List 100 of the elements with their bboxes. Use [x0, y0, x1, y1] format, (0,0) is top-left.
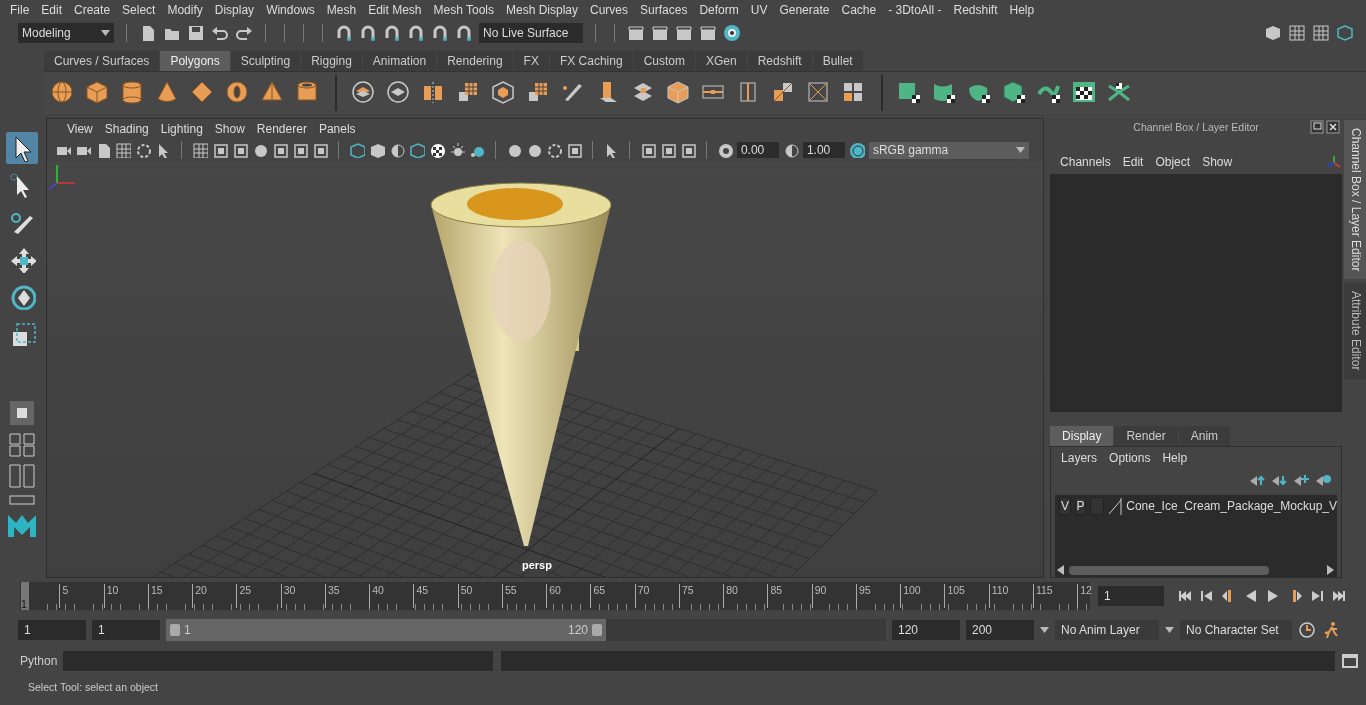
color-space-dropdown[interactable]: sRGB gamma — [868, 141, 1029, 159]
script-language-label[interactable]: Python — [20, 654, 58, 668]
menu-item[interactable]: View — [60, 122, 99, 136]
caret-icon[interactable] — [101, 29, 110, 36]
close-icon[interactable] — [1326, 120, 1341, 134]
menu-item[interactable]: Deform — [693, 3, 745, 17]
light-icon[interactable] — [448, 142, 465, 158]
caret-icon[interactable] — [1165, 627, 1174, 633]
running-figure-icon[interactable] — [1322, 621, 1340, 639]
range-slider-bar[interactable]: 1 120 — [166, 619, 606, 641]
playback-start-field[interactable]: 1 — [92, 620, 160, 640]
menu-item[interactable]: Mesh — [320, 3, 363, 17]
menu-item[interactable]: File — [4, 3, 36, 17]
shelf-tab[interactable]: Sculpting — [230, 51, 301, 71]
menu-item[interactable]: Help — [1003, 3, 1041, 17]
clapperboard-eye-icon[interactable] — [627, 23, 645, 42]
layer-editor-tab[interactable]: Anim — [1178, 426, 1231, 446]
menu-item[interactable]: Generate — [773, 3, 836, 17]
clapperboard-icon[interactable] — [651, 23, 669, 42]
caret-icon[interactable] — [1015, 147, 1025, 153]
menu-item[interactable]: Object — [1149, 155, 1197, 169]
shelf-tab[interactable]: Custom — [633, 51, 695, 71]
menu-item[interactable]: Show — [1196, 155, 1239, 169]
snap-toggle-icon[interactable] — [7, 399, 36, 427]
half-shaded-icon[interactable] — [388, 142, 405, 158]
menu-item[interactable]: Layers — [1055, 451, 1104, 465]
shelf-tab[interactable]: Redshift — [747, 51, 812, 71]
layer-editor-tab[interactable]: Display — [1050, 426, 1114, 446]
menu-item[interactable]: Channels — [1054, 155, 1117, 169]
grid-icon[interactable] — [191, 142, 208, 158]
magnet-view-icon[interactable] — [407, 23, 425, 42]
anim-layer-dropdown[interactable]: No Anim Layer — [1055, 620, 1159, 640]
dashed-ring-icon[interactable] — [545, 142, 562, 158]
exposure-field[interactable]: 0.00 — [736, 142, 779, 158]
scroll-left-icon[interactable] — [1057, 565, 1066, 575]
visibility-toggle[interactable]: V — [1059, 497, 1071, 515]
shelf-tab[interactable]: Rigging — [301, 51, 362, 71]
side-tab[interactable]: Attribute Editor — [1344, 283, 1366, 379]
menu-item[interactable]: Show — [208, 122, 251, 136]
range-handle[interactable] — [170, 624, 180, 636]
move-layer-up-icon[interactable] — [1249, 473, 1266, 487]
start-frame-field[interactable]: 1 — [18, 620, 86, 640]
workspace-dropdown[interactable]: Modeling — [18, 22, 114, 43]
step-back-icon[interactable] — [1200, 589, 1214, 603]
menu-item[interactable]: Options — [1103, 451, 1157, 465]
menu-item[interactable]: Cache — [835, 3, 883, 17]
grid-plane-icon[interactable] — [114, 142, 131, 158]
layout-single-icon[interactable] — [7, 494, 36, 506]
keyframe-prefs-icon[interactable] — [1298, 621, 1316, 639]
go-to-end-icon[interactable] — [1332, 589, 1346, 603]
layer-editor-tab[interactable]: Render — [1114, 426, 1178, 446]
cube-icon[interactable] — [85, 80, 111, 106]
end-frame-field[interactable]: 200 — [966, 620, 1034, 640]
menu-item[interactable]: Edit — [1116, 155, 1150, 169]
layout-grid-icon[interactable] — [7, 432, 36, 458]
disc-icon[interactable] — [723, 23, 741, 42]
torus-icon[interactable] — [225, 80, 251, 106]
wireframe-cube-icon[interactable] — [348, 142, 365, 158]
magnet-surface-icon[interactable] — [431, 23, 449, 42]
shelf-tab[interactable]: Curves / Surfaces — [44, 51, 160, 71]
move-layer-down-icon[interactable] — [1271, 473, 1288, 487]
current-frame-field[interactable]: 1 — [1098, 586, 1164, 606]
menu-item[interactable]: Mesh Display — [500, 3, 585, 17]
menu-item[interactable]: Mesh Tools — [427, 3, 500, 17]
magnet-point-icon[interactable] — [383, 23, 401, 42]
menu-item[interactable]: Curves — [584, 3, 635, 17]
menu-item[interactable]: - 3DtoAll - — [882, 3, 948, 17]
clapperboard-gear-icon[interactable] — [699, 23, 717, 42]
checker-ball-icon[interactable] — [428, 142, 445, 158]
toggle-on-icon[interactable] — [848, 142, 865, 158]
playback-toggle[interactable]: P — [1074, 497, 1087, 515]
exposure-icon[interactable] — [716, 142, 733, 158]
menu-item[interactable]: Surfaces — [634, 3, 694, 17]
shelf-tab[interactable]: XGen — [695, 51, 747, 71]
uv-square-icon[interactable] — [897, 80, 923, 106]
menu-item[interactable]: Display — [208, 3, 261, 17]
menu-item[interactable]: Edit Mesh — [362, 3, 428, 17]
shelf-tab[interactable]: Rendering — [437, 51, 513, 71]
play-backward-icon[interactable] — [1244, 589, 1258, 603]
axes-icon[interactable] — [1326, 154, 1343, 170]
time-slider[interactable]: 1 5 10 15 20 25 30 35 40 45 50 55 60 65 70 75 80 85 90 95 100 105 110 115 12 — [20, 582, 1090, 610]
range-handle[interactable] — [592, 624, 602, 636]
side-tab[interactable]: Channel Box / Layer Editor — [1344, 120, 1366, 280]
shelf-tab[interactable]: Bullet — [812, 51, 863, 71]
shaded-cube-icon[interactable] — [368, 142, 385, 158]
menu-item[interactable]: Renderer — [250, 122, 313, 136]
command-input-field[interactable] — [63, 651, 494, 671]
sphere-icon[interactable] — [50, 80, 76, 106]
current-frame-marker[interactable]: 1 — [21, 582, 29, 610]
gamma-icon[interactable] — [782, 142, 799, 158]
cube-icon[interactable] — [666, 80, 692, 106]
script-editor-icon[interactable] — [1341, 652, 1360, 670]
gamma-field[interactable]: 1.00 — [802, 142, 845, 158]
menu-item[interactable]: Shading — [98, 122, 155, 136]
menu-item[interactable]: Select — [116, 3, 162, 17]
menu-item[interactable]: Edit — [35, 3, 69, 17]
play-forward-icon[interactable] — [1266, 589, 1280, 603]
menu-item[interactable]: UV — [744, 3, 774, 17]
layout-split-icon[interactable] — [7, 463, 36, 489]
uv-cube-icon[interactable] — [1002, 80, 1028, 106]
